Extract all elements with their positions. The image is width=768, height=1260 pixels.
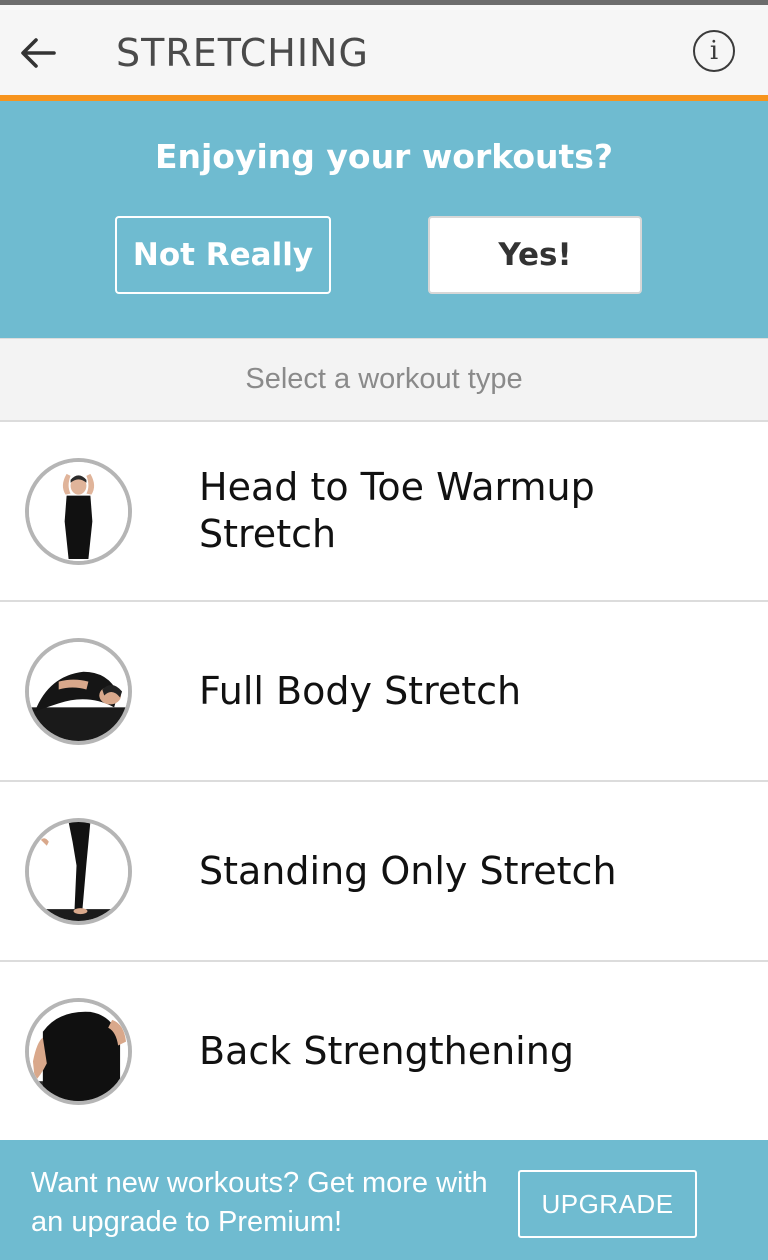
upgrade-banner: Want new workouts? Get more with an upgr… [0, 1140, 768, 1260]
app-bar: STRETCHING i [0, 5, 768, 101]
back-button[interactable] [14, 29, 62, 77]
workout-item-standing-only[interactable]: Standing Only Stretch [0, 782, 768, 962]
workout-label: Full Body Stretch [199, 668, 522, 713]
rating-prompt-banner: Enjoying your workouts? Not Really Yes! [0, 101, 768, 338]
stretching-screen: STRETCHING i Enjoying your workouts? Not… [0, 0, 768, 1260]
head-to-toe-thumbnail [25, 458, 132, 565]
standing-only-thumbnail [25, 818, 132, 925]
workout-item-full-body[interactable]: Full Body Stretch [0, 602, 768, 782]
not-really-button[interactable]: Not Really [115, 216, 331, 294]
section-header: Select a workout type [0, 338, 768, 422]
back-strengthening-thumbnail [25, 998, 132, 1105]
full-body-thumbnail [25, 638, 132, 745]
arrow-left-icon [21, 38, 56, 68]
rating-question: Enjoying your workouts? [154, 137, 614, 176]
workout-label: Standing Only Stretch [199, 848, 617, 893]
page-title: STRETCHING [116, 31, 369, 75]
upgrade-message: Want new workouts? Get more with an upgr… [31, 1167, 488, 1238]
yes-button[interactable]: Yes! [428, 216, 642, 294]
upgrade-button[interactable]: UPGRADE [518, 1170, 697, 1238]
workout-label: Back Strengthening [199, 1028, 574, 1073]
workout-item-back-strengthening[interactable]: Back Strengthening [0, 962, 768, 1142]
workout-label: Head to Toe Warmup Stretch [199, 465, 595, 556]
info-icon[interactable]: i [693, 30, 735, 72]
workout-list: Head to Toe Warmup Stretch Full Body Str… [0, 422, 768, 1142]
workout-item-head-to-toe[interactable]: Head to Toe Warmup Stretch [0, 422, 768, 602]
